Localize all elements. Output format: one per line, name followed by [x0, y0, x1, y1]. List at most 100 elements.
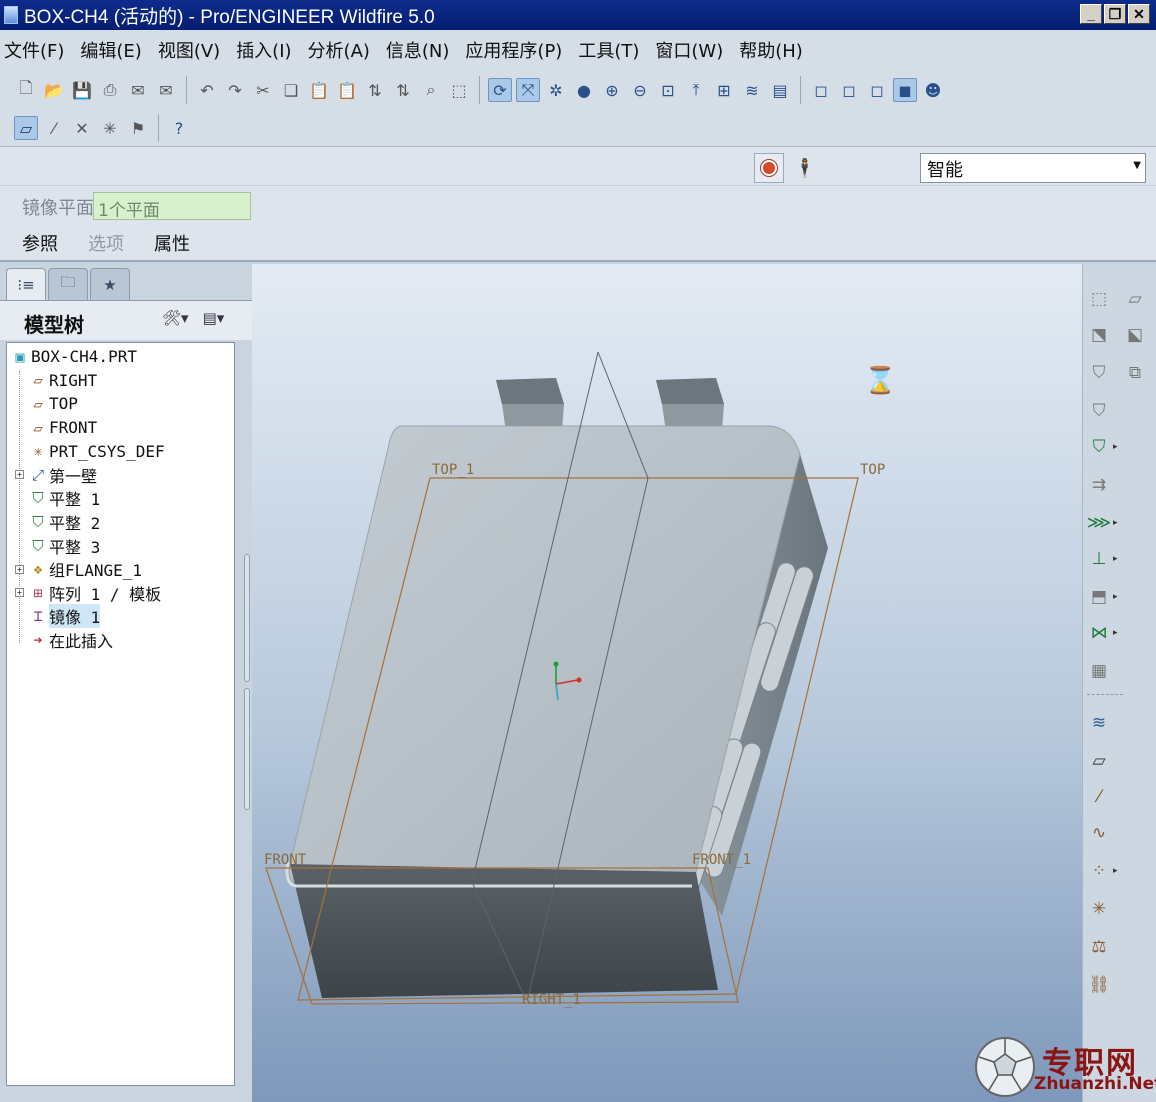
- blend-wall-icon[interactable]: ⬕: [1123, 322, 1147, 348]
- expand-icon[interactable]: +: [15, 564, 24, 574]
- annotation-display-icon[interactable]: ⚑: [126, 116, 150, 140]
- show-icon[interactable]: ▤▾: [203, 309, 225, 327]
- new-icon[interactable]: 🗋: [14, 78, 38, 102]
- repaint-icon[interactable]: ⟳: [488, 78, 512, 102]
- tab-model-tree[interactable]: ⁝≡: [6, 268, 46, 300]
- no-hidden-icon[interactable]: ◻: [865, 78, 889, 102]
- corner-relief-icon[interactable]: ⋈: [1087, 620, 1111, 646]
- datum-axis-tool-icon[interactable]: ⁄: [1087, 784, 1111, 810]
- tree-item-right[interactable]: ▱ RIGHT: [7, 369, 234, 393]
- undo-icon[interactable]: ↶: [195, 78, 219, 102]
- analysis-tool-icon[interactable]: ⚖: [1087, 934, 1111, 960]
- tab-folder-browser[interactable]: 🗀: [48, 268, 88, 300]
- tree-item-pattern[interactable]: + ⊞ 阵列 1 / 模板: [7, 581, 234, 605]
- spin-center-icon[interactable]: ⤧: [516, 78, 540, 102]
- saved-views-icon[interactable]: ⊞: [712, 78, 736, 102]
- menu-tools[interactable]: 工具(T): [578, 37, 639, 63]
- menu-analysis[interactable]: 分析(A): [308, 37, 370, 63]
- menu-insert[interactable]: 插入(I): [236, 37, 291, 63]
- chevron-right-icon[interactable]: ▸: [1113, 866, 1118, 876]
- chevron-right-icon[interactable]: ▸: [1113, 592, 1118, 602]
- chevron-right-icon[interactable]: ▸: [1113, 442, 1118, 452]
- user-icon[interactable]: ☻: [921, 78, 945, 102]
- zoom-in-icon[interactable]: ⊕: [600, 78, 624, 102]
- redo-icon[interactable]: ↷: [223, 78, 247, 102]
- tree-item-csys[interactable]: ✳ PRT_CSYS_DEF: [7, 439, 234, 463]
- csys-display-icon[interactable]: ✳: [98, 116, 122, 140]
- menu-edit[interactable]: 编辑(E): [80, 37, 141, 63]
- copy-icon[interactable]: ❏: [279, 78, 303, 102]
- flange-wall-icon[interactable]: ⛉: [1087, 434, 1111, 460]
- chevron-right-icon[interactable]: ▸: [1113, 554, 1118, 564]
- revolve-wall-icon[interactable]: ⬔: [1087, 322, 1111, 348]
- shading-icon[interactable]: ◼: [893, 78, 917, 102]
- datum-point-tool-icon[interactable]: ⁘: [1087, 858, 1111, 884]
- axis-display-icon[interactable]: ⁄: [42, 116, 66, 140]
- settings-icon[interactable]: 🛠▾: [162, 309, 189, 327]
- flatten-icon[interactable]: ▦: [1087, 658, 1111, 684]
- plane-display-icon[interactable]: ▱: [14, 116, 38, 140]
- regenerate-icon[interactable]: ⇅: [363, 78, 387, 102]
- orient-mode-icon[interactable]: ✲: [544, 78, 568, 102]
- offset-wall-icon[interactable]: ⛉: [1087, 360, 1111, 386]
- find-icon[interactable]: ⌕: [419, 78, 443, 102]
- select-box-icon[interactable]: ⬚: [447, 78, 471, 102]
- flat-wall-tool-icon[interactable]: ▱: [1123, 286, 1147, 312]
- tree-item-front[interactable]: ▱ FRONT: [7, 416, 234, 440]
- bend-back-icon[interactable]: ⬒: [1087, 584, 1111, 610]
- selection-filter-dropdown[interactable]: 智能 ▼: [920, 153, 1146, 183]
- datum-curve-tool-icon[interactable]: ∿: [1087, 820, 1111, 846]
- mirror-plane-collector[interactable]: 1个平面: [93, 192, 251, 221]
- tree-item-first-wall[interactable]: + ⤢ 第一壁: [7, 463, 234, 487]
- tree-item-flat-2[interactable]: ⛉ 平整 2: [7, 510, 234, 534]
- open-icon[interactable]: 📂: [42, 78, 66, 102]
- menu-info[interactable]: 信息(N): [386, 37, 450, 63]
- send-attachment-icon[interactable]: ✉: [154, 78, 178, 102]
- expand-icon[interactable]: +: [15, 470, 24, 480]
- paste-icon[interactable]: 📋: [307, 78, 331, 102]
- tree-item-group-flange[interactable]: + ❖ 组FLANGE_1: [7, 557, 234, 581]
- tab-references[interactable]: 参照: [22, 230, 58, 256]
- menu-file[interactable]: 文件(F): [4, 37, 64, 63]
- unbend-icon[interactable]: ⊥: [1087, 546, 1111, 572]
- rip-icon[interactable]: ⇉: [1087, 472, 1111, 498]
- menu-view[interactable]: 视图(V): [158, 37, 220, 63]
- tree-item-flat-1[interactable]: ⛉ 平整 1: [7, 487, 234, 511]
- tree-item-flat-3[interactable]: ⛉ 平整 3: [7, 534, 234, 558]
- tree-item-top[interactable]: ▱ TOP: [7, 392, 234, 416]
- tab-options[interactable]: 选项: [88, 230, 124, 256]
- wireframe-icon[interactable]: ◻: [809, 78, 833, 102]
- chevron-right-icon[interactable]: ▸: [1113, 518, 1118, 528]
- datum-plane-tool-icon[interactable]: ▱: [1087, 748, 1111, 774]
- point-display-icon[interactable]: ✕: [70, 116, 94, 140]
- menu-applications[interactable]: 应用程序(P): [465, 37, 562, 63]
- graphics-window[interactable]: TOP_1 TOP FRONT FRONT_1 RIGHT_1 ⌛: [252, 264, 1082, 1102]
- expand-icon[interactable]: +: [15, 588, 24, 598]
- print-icon[interactable]: ⎙: [98, 78, 122, 102]
- reorient-icon[interactable]: ⤒: [684, 78, 708, 102]
- csys-tool-icon[interactable]: ✳: [1087, 896, 1111, 922]
- sketch-tool-icon[interactable]: ≋: [1087, 710, 1111, 736]
- twist-wall-icon[interactable]: ⛉: [1087, 398, 1111, 424]
- context-help-icon[interactable]: ?: [167, 116, 191, 140]
- save-icon[interactable]: 💾: [70, 78, 94, 102]
- panel-splitter[interactable]: [244, 554, 250, 682]
- regenerate-manager-icon[interactable]: ⇅: [391, 78, 415, 102]
- view-manager-icon[interactable]: ▤: [768, 78, 792, 102]
- link-tool-icon[interactable]: ⛓: [1087, 972, 1111, 998]
- close-button[interactable]: ✕: [1128, 4, 1150, 24]
- merge-wall-icon[interactable]: ⧉: [1123, 360, 1147, 386]
- chevron-right-icon[interactable]: ▸: [1113, 628, 1118, 638]
- panel-splitter[interactable]: [244, 688, 250, 810]
- pause-button[interactable]: [754, 153, 784, 183]
- preview-button[interactable]: 🕴: [790, 153, 820, 183]
- menu-help[interactable]: 帮助(H): [739, 37, 803, 63]
- layers-icon[interactable]: ≋: [740, 78, 764, 102]
- tree-item-mirror[interactable]: ⌶ 镜像 1: [7, 604, 234, 629]
- restore-button[interactable]: ❐: [1104, 4, 1126, 24]
- hidden-line-icon[interactable]: ◻: [837, 78, 861, 102]
- cut-icon[interactable]: ✂: [251, 78, 275, 102]
- menu-window[interactable]: 窗口(W): [655, 37, 723, 63]
- extrude-wall-icon[interactable]: ⬚: [1087, 286, 1111, 312]
- zoom-out-icon[interactable]: ⊖: [628, 78, 652, 102]
